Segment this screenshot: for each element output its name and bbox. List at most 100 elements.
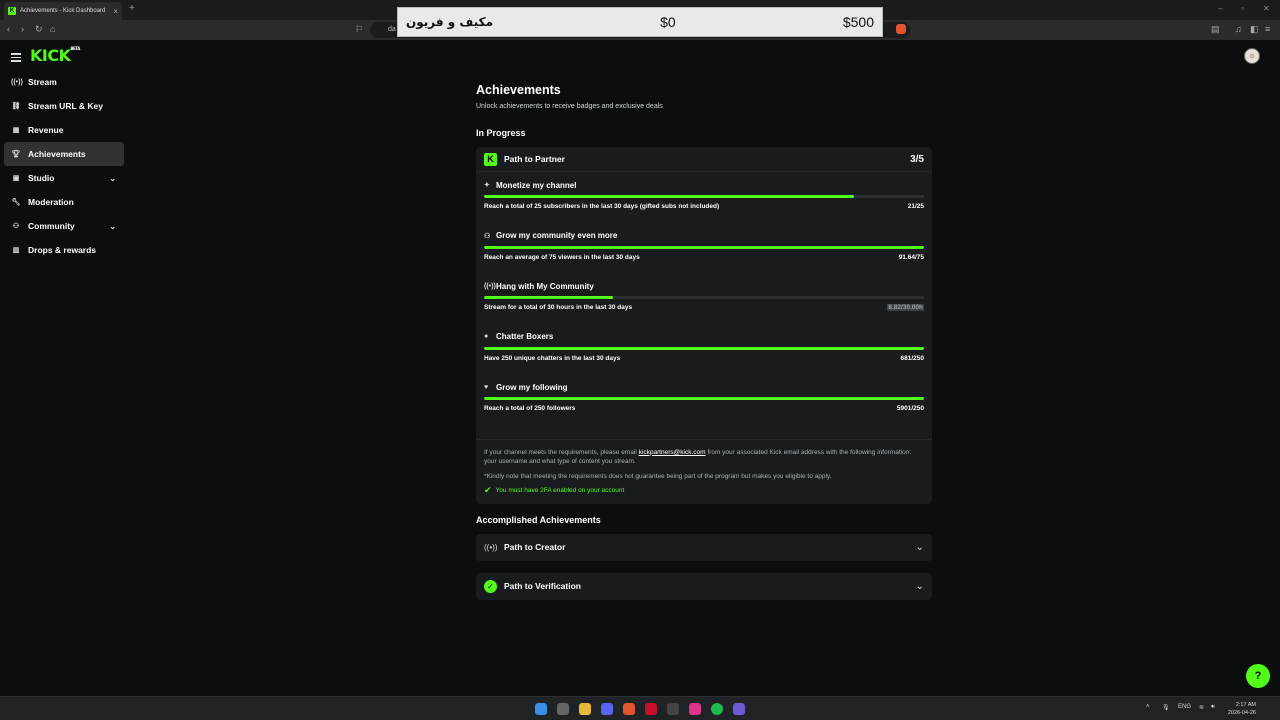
- goal-title: ● Chatter Boxers: [484, 332, 554, 341]
- volume-icon[interactable]: 🔊︎: [1211, 704, 1215, 711]
- email-instructions: If your channel meets the requirements, …: [484, 448, 912, 466]
- hamburger-menu-icon[interactable]: [11, 53, 21, 64]
- revenue-icon: ▦: [12, 127, 20, 134]
- discord-icon[interactable]: [601, 703, 613, 715]
- file-explorer-icon[interactable]: [579, 703, 591, 715]
- accomplished-heading: Accomplished Achievements: [476, 514, 601, 525]
- sparkle-icon: ✦: [484, 182, 490, 189]
- card-title: Path to Creator: [504, 542, 566, 552]
- chevron-down-icon[interactable]: ⌄: [916, 581, 924, 592]
- path-to-creator-card[interactable]: ((•)) Path to Creator ⌄: [476, 533, 932, 561]
- goal-item: ((•)) Hang with My Community Stream for a …: [484, 281, 924, 332]
- goal-description: Stream for a total of 30 hours in the la…: [484, 304, 633, 311]
- chat-icon: ●: [484, 333, 489, 340]
- sidebar-item-moderation[interactable]: 🔧︎ Moderation: [4, 190, 124, 214]
- goal-progress: 91.64/75: [898, 253, 924, 261]
- browser-tab[interactable]: K Achievements - Kick Dashboard ×: [4, 2, 122, 20]
- close-window-icon[interactable]: ✕: [1263, 4, 1270, 13]
- users-icon: ⚇: [484, 232, 491, 240]
- app-icon[interactable]: [645, 703, 657, 715]
- progress-bar: [484, 195, 924, 198]
- clock-date: 2026-04-26: [1227, 710, 1256, 716]
- sidebar-item-studio[interactable]: ▣ Studio ⌄: [4, 166, 124, 190]
- menu-icon[interactable]: ≡: [1265, 24, 1270, 34]
- achievement-count: 3/5: [910, 153, 924, 165]
- page-title: Achievements: [476, 83, 561, 97]
- broadcast-icon: ((•)): [484, 282, 496, 290]
- sidebar-item-achievements[interactable]: 🏆︎ Achievements: [4, 142, 124, 166]
- split-view-icon[interactable]: ◧: [1250, 24, 1259, 35]
- goal-item: ✦ Monetize my channel Reach a total of 25 …: [484, 180, 924, 231]
- system-clock[interactable]: 2:17 AM 2026-04-26: [1228, 701, 1256, 717]
- maximize-icon[interactable]: ▫: [1241, 4, 1244, 13]
- progress-bar: [484, 296, 924, 299]
- microphone-icon[interactable]: 🎙︎: [1162, 704, 1170, 711]
- progress-bar: [484, 397, 924, 400]
- back-icon[interactable]: ‹: [7, 24, 10, 34]
- language-indicator[interactable]: ENG: [1178, 704, 1191, 710]
- heart-icon: ♥: [484, 383, 489, 391]
- spotify-icon[interactable]: [711, 703, 723, 715]
- achievements-main: Achievements Unlock achievements to rece…: [476, 80, 932, 600]
- goal-list: ✦ Monetize my channel Reach a total of 25 …: [476, 172, 932, 439]
- tab-close-icon[interactable]: ×: [113, 7, 118, 16]
- sidebar-item-community[interactable]: ⚇ Community ⌄: [4, 214, 124, 238]
- goal-item: ♥ Grow my following Reach a total of 250 f…: [484, 382, 924, 433]
- forward-icon[interactable]: ›: [21, 24, 24, 34]
- sidebar-item-label: Stream: [28, 77, 57, 87]
- tab-title: Achievements - Kick Dashboard: [20, 8, 106, 14]
- obs-icon[interactable]: [667, 703, 679, 715]
- home-icon[interactable]: ⌂: [50, 24, 55, 34]
- goal-title: ((•)) Hang with My Community: [484, 281, 594, 291]
- chevron-down-icon[interactable]: ⌄: [916, 542, 924, 553]
- sidebar-item-label: Revenue: [28, 125, 64, 135]
- link-icon: ⛓: [11, 103, 21, 110]
- sidebar-item-stream[interactable]: ((•)) Stream: [4, 70, 124, 94]
- beta-badge: BETA: [70, 46, 81, 51]
- sidebar-item-label: Achievements: [28, 149, 86, 159]
- tray-chevron-icon[interactable]: ˄: [1146, 704, 1150, 710]
- goal-title: ♥ Grow my following: [484, 382, 568, 392]
- media-icon[interactable]: ♫: [1235, 24, 1242, 34]
- goal-description: Have 250 unique chatters in the last 30 …: [484, 354, 621, 362]
- sidebar-item-drops-rewards[interactable]: ▥ Drops & rewards: [4, 238, 124, 262]
- new-tab-button[interactable]: +: [129, 3, 135, 14]
- sidebar: ((•)) Stream ⛓ Stream URL & Key ▦ Revenu…: [4, 70, 124, 262]
- bookmark-icon[interactable]: ⚐: [355, 24, 363, 35]
- wifi-icon[interactable]: ≋: [1199, 704, 1204, 711]
- chevron-down-icon: ⌄: [109, 221, 116, 231]
- goal-description: Reach an average of 75 viewers in the la…: [484, 253, 640, 261]
- calendar-icon[interactable]: [557, 703, 569, 715]
- sidebar-item-label: Moderation: [28, 197, 74, 207]
- kick-logo[interactable]: KICKBETA: [30, 46, 80, 65]
- sidebar-item-stream-url-key[interactable]: ⛓ Stream URL & Key: [4, 94, 124, 118]
- broadcast-icon: ((•)): [11, 78, 23, 86]
- start-icon[interactable]: [535, 703, 547, 715]
- in-progress-heading: In Progress: [476, 128, 526, 138]
- help-chat-button[interactable]: ?: [1246, 664, 1270, 688]
- path-to-verification-card[interactable]: ✓ Path to Verification ⌄: [476, 572, 932, 600]
- partner-email-link[interactable]: kickpartners@kick.com: [639, 449, 706, 456]
- app-icon[interactable]: [733, 703, 745, 715]
- trophy-icon: 🏆︎: [11, 151, 21, 158]
- minimize-icon[interactable]: –: [1218, 4, 1222, 13]
- sidebar-item-revenue[interactable]: ▦ Revenue: [4, 118, 124, 142]
- card-header: K Path to Partner 3/5: [476, 147, 932, 172]
- brave-shield-icon[interactable]: [896, 24, 906, 34]
- wrench-icon: 🔧︎: [11, 199, 21, 206]
- path-to-partner-card: K Path to Partner 3/5 ✦ Monetize my chann…: [476, 147, 932, 504]
- brave-browser-icon[interactable]: [623, 703, 635, 715]
- sidebar-item-label: Stream URL & Key: [28, 101, 103, 111]
- progress-fill: [484, 346, 924, 350]
- sidebar-item-label: Studio: [28, 173, 55, 183]
- reload-icon[interactable]: ↻: [35, 24, 43, 35]
- checkmark-icon: ✔: [484, 485, 492, 495]
- disclaimer-text: *Kindly note that meeting the requiremen…: [484, 472, 832, 480]
- goal-progress: 5901/250: [896, 405, 924, 412]
- kick-dashboard: KICKBETA ☺ ((•)) Stream ⛓ Stream URL & K…: [0, 40, 1280, 696]
- user-avatar[interactable]: ☺: [1244, 48, 1260, 64]
- streamlabs-icon[interactable]: [689, 703, 701, 715]
- sidepanel-icon[interactable]: ▤: [1211, 24, 1220, 35]
- page-subtitle: Unlock achievements to receive badges an…: [476, 103, 663, 110]
- windows-taskbar: ˄ 🎙︎ ENG ≋ 🔊︎ 2:17 AM 2026-04-26: [0, 696, 1280, 720]
